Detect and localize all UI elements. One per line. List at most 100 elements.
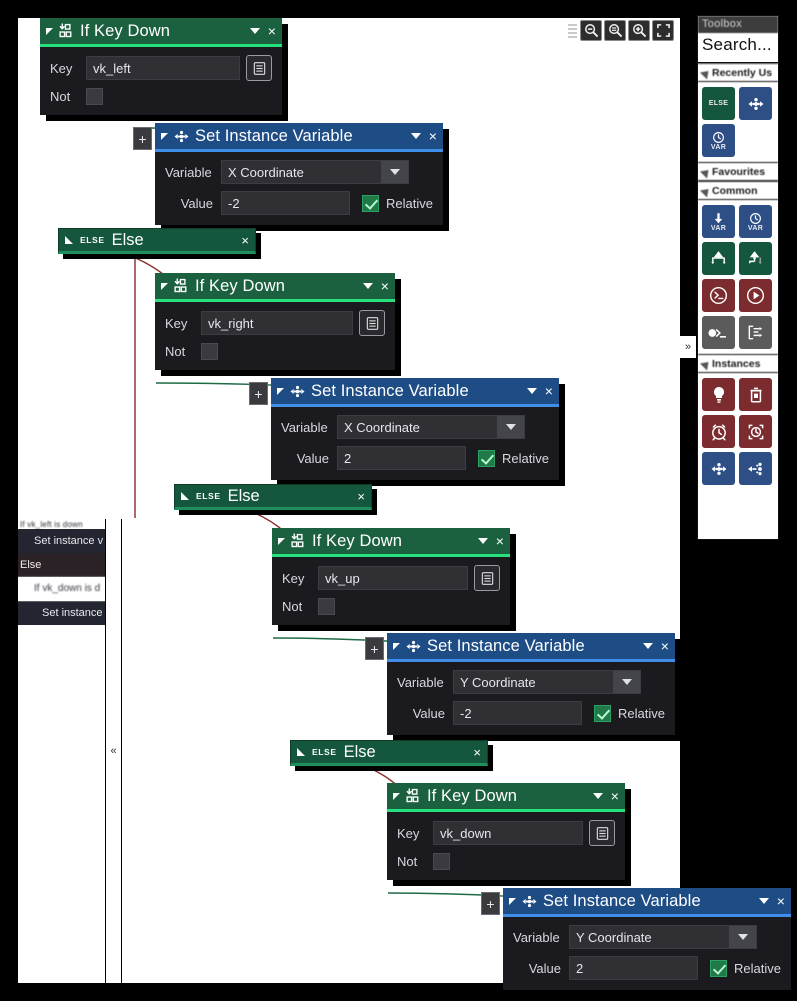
variable-dropdown[interactable]: Y Coordinate (453, 670, 613, 694)
else-block-1[interactable]: ELSE Else × (58, 228, 261, 259)
tool-execute-code[interactable] (702, 279, 735, 312)
relative-checkbox[interactable] (478, 449, 496, 467)
not-checkbox[interactable] (433, 853, 450, 870)
close-icon[interactable]: × (268, 24, 276, 38)
chevron-down-icon[interactable] (613, 670, 641, 694)
add-action-button[interactable]: + (481, 892, 500, 915)
chevron-down-icon[interactable] (758, 898, 769, 904)
tool-shuffle[interactable] (739, 316, 772, 349)
chevron-down-icon[interactable] (362, 283, 373, 289)
close-icon[interactable]: × (611, 789, 619, 803)
section-expand-icon[interactable] (699, 358, 713, 371)
close-icon[interactable]: × (381, 279, 389, 293)
set-instance-variable-y-negative[interactable]: Set Instance Variable × Variable Y Coordina… (365, 633, 681, 741)
chevron-down-icon[interactable] (526, 388, 537, 394)
tool-destroy-instance[interactable] (739, 378, 772, 411)
value-field[interactable]: 2 (569, 956, 699, 980)
not-checkbox[interactable] (86, 88, 103, 105)
collapse-triangle-icon[interactable] (297, 748, 305, 756)
left-panel-collapse-handle[interactable]: « (106, 519, 122, 983)
tool-temp-variable[interactable]: VAR (739, 205, 772, 238)
block-header[interactable]: If Key Down × (40, 18, 282, 47)
tool-run-action[interactable] (739, 279, 772, 312)
event-list-panel[interactable]: If vk_left is down Set instance v Else If v… (18, 519, 106, 983)
collapse-triangle-icon[interactable] (277, 387, 284, 395)
tool-if-branch[interactable] (702, 242, 735, 275)
tool-assign-variable[interactable]: VAR (702, 205, 735, 238)
if-key-down-left[interactable]: If Key Down × Key vk_left Not (40, 18, 288, 121)
collapse-triangle-icon[interactable] (46, 27, 53, 35)
toolbox-section-recentlyus[interactable]: Recently Us (698, 63, 778, 82)
variable-dropdown[interactable]: X Coordinate (337, 415, 497, 439)
not-checkbox[interactable] (201, 343, 218, 360)
collapse-triangle-icon[interactable] (509, 897, 516, 905)
set-instance-variable-y-positive[interactable]: Set Instance Variable × Variable Y Coordina… (481, 888, 797, 996)
collapse-triangle-icon[interactable] (161, 282, 168, 290)
set-instance-variable-x-positive[interactable]: Set Instance Variable × Variable X Coordina… (249, 378, 565, 486)
collapse-triangle-icon[interactable] (65, 236, 73, 244)
chevron-down-icon[interactable] (477, 538, 488, 544)
collapse-triangle-icon[interactable] (393, 792, 400, 800)
close-icon[interactable]: × (496, 534, 504, 548)
if-key-down-down[interactable]: If Key Down × Key vk_down Not (387, 783, 631, 886)
block-header[interactable]: Set Instance Variable × (155, 123, 443, 152)
tool-set-instance-variable[interactable] (739, 87, 772, 120)
value-field[interactable]: -2 (221, 191, 351, 215)
tool-else[interactable]: ELSE (702, 87, 735, 120)
close-icon[interactable]: × (545, 384, 553, 398)
chevron-down-icon[interactable] (642, 643, 653, 649)
list-row-blurred-top[interactable]: If vk_left is down (18, 519, 105, 529)
key-field[interactable]: vk_down (433, 821, 583, 845)
toolbox-section-favourites[interactable]: Favourites (698, 162, 778, 181)
set-instance-variable-x-negative[interactable]: Set Instance Variable × Variable X Coordina… (133, 123, 449, 231)
tool-set-alarm[interactable] (739, 415, 772, 448)
open-code-editor-button[interactable] (589, 820, 615, 846)
tool-create-instance[interactable] (702, 378, 735, 411)
key-field[interactable]: vk_up (318, 566, 468, 590)
fit-to-screen-button[interactable] (652, 20, 674, 41)
open-code-editor-button[interactable] (246, 55, 272, 81)
block-header[interactable]: Set Instance Variable × (503, 888, 791, 917)
close-icon[interactable]: × (429, 129, 437, 143)
toolbox-search-input[interactable]: Search... (698, 33, 778, 63)
if-key-down-right[interactable]: If Key Down × Key vk_right Not (155, 273, 401, 376)
chevron-down-icon[interactable] (729, 925, 757, 949)
tool-instance-variable[interactable] (702, 452, 735, 485)
collapse-triangle-icon[interactable] (393, 642, 400, 650)
value-field[interactable]: -2 (453, 701, 583, 725)
toolbar-grip[interactable] (568, 23, 577, 38)
chevron-down-icon[interactable] (249, 28, 260, 34)
relative-checkbox[interactable] (362, 194, 380, 212)
block-header[interactable]: Set Instance Variable × (387, 633, 675, 662)
chevron-down-icon[interactable] (497, 415, 525, 439)
block-header[interactable]: If Key Down × (155, 273, 395, 302)
open-code-editor-button[interactable] (474, 565, 500, 591)
list-row-set-instance-var-1[interactable]: Set instance v (18, 529, 105, 553)
add-action-button[interactable]: + (249, 382, 268, 405)
tool-variable-clock[interactable]: VAR (702, 124, 735, 157)
list-row-else-1[interactable]: Else (18, 553, 105, 577)
else-block-3[interactable]: ELSE Else × (290, 740, 493, 771)
add-action-button[interactable]: + (365, 637, 384, 660)
key-field[interactable]: vk_left (86, 56, 240, 80)
zoom-in-button[interactable] (628, 20, 650, 41)
close-icon[interactable]: × (357, 489, 365, 504)
relative-checkbox[interactable] (710, 959, 728, 977)
collapse-triangle-icon[interactable] (278, 537, 285, 545)
block-header[interactable]: If Key Down × (387, 783, 625, 812)
list-row-if-key-down[interactable]: If vk_down is d (18, 577, 105, 601)
toolbox-section-common[interactable]: Common (698, 181, 778, 200)
close-icon[interactable]: × (241, 233, 249, 248)
toolbox-collapse-handle[interactable]: » (680, 336, 696, 358)
key-field[interactable]: vk_right (201, 311, 353, 335)
close-icon[interactable]: × (777, 894, 785, 908)
else-block-2[interactable]: ELSE Else × (174, 484, 377, 515)
section-expand-icon[interactable] (699, 166, 713, 179)
tool-move-instance[interactable] (739, 452, 772, 485)
close-icon[interactable]: × (661, 639, 669, 653)
zoom-out-button[interactable] (580, 20, 602, 41)
tool-alarm[interactable] (702, 415, 735, 448)
chevron-down-icon[interactable] (381, 160, 409, 184)
zoom-reset-button[interactable] (604, 20, 626, 41)
collapse-triangle-icon[interactable] (161, 132, 168, 140)
